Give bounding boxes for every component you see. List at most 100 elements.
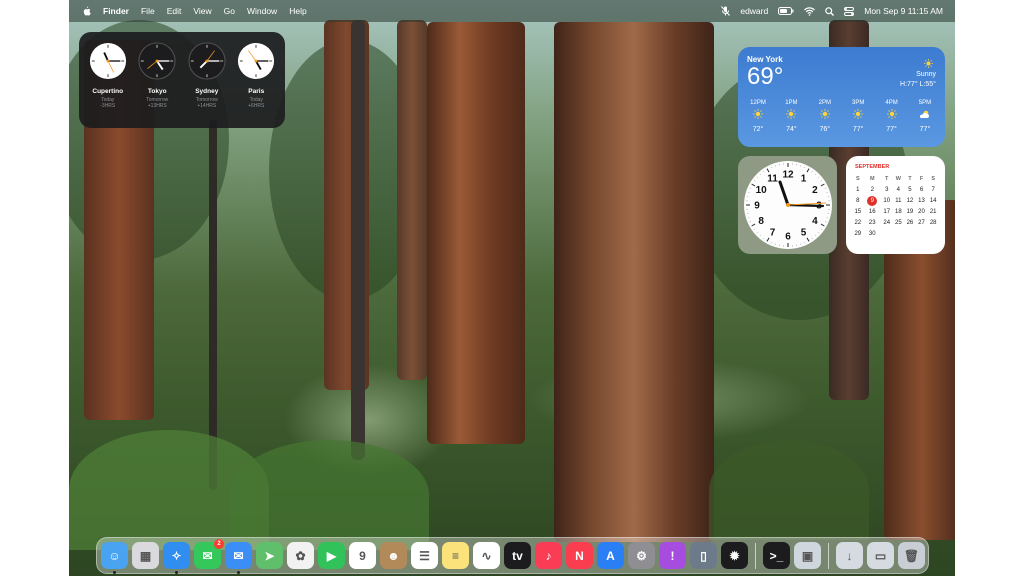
world-clock-paris: Paris Today +6HRS: [233, 42, 279, 128]
bug-icon[interactable]: ✹: [721, 542, 748, 569]
calendar-weekday: M: [869, 175, 875, 182]
reminders-icon[interactable]: ☰: [411, 542, 438, 569]
sun-icon: [853, 106, 864, 121]
weather-hour: 5PM 77°: [911, 100, 939, 133]
battery-icon[interactable]: [778, 7, 794, 15]
launchpad-icon[interactable]: ▦: [132, 542, 159, 569]
calendar-day: 16: [868, 208, 876, 215]
world-clock-offset: +14HRS: [197, 103, 217, 109]
desktop: Finder File Edit View Go Window Help edw…: [69, 0, 955, 576]
calendar-weekday: T: [885, 175, 889, 182]
weather-hour-temp: 76°: [819, 126, 831, 133]
maps-icon[interactable]: ➤: [256, 542, 283, 569]
calendar-day: 15: [854, 208, 862, 215]
app-menu-finder[interactable]: Finder: [103, 6, 129, 16]
apple-icon[interactable]: [82, 6, 91, 16]
feedback-icon[interactable]: !: [659, 542, 686, 569]
facetime-icon[interactable]: ▶: [318, 542, 345, 569]
finder-icon[interactable]: ☺: [101, 542, 128, 574]
app-store-icon[interactable]: A: [597, 542, 624, 569]
running-indicator: [175, 571, 178, 574]
wallpaper-ferns: [709, 440, 869, 540]
preview-icon[interactable]: ▣: [794, 542, 821, 569]
world-clock-cupertino: Cupertino Today -3HRS: [85, 42, 131, 128]
calendar-day: 18: [894, 208, 902, 215]
freeform-icon[interactable]: ∿: [473, 542, 500, 569]
photos-icon[interactable]: ✿: [287, 542, 314, 569]
notes-icon[interactable]: ≡: [442, 542, 469, 569]
world-clock-widget[interactable]: Cupertino Today -3HRS Tokyo Tomorrow +13…: [79, 32, 285, 128]
menu-view[interactable]: View: [193, 6, 211, 16]
calendar-day: 14: [929, 197, 937, 204]
dock: ☺ ▦ ✧ ✉ 2 ✉ ➤ ✿ ▶ 9 ☻ ☰ ≡ ∿ tv ♪ N A ⚙! ▯ ✹ >_ ▣ ↓ ▭ 🗑: [96, 537, 929, 574]
documents-icon[interactable]: ▭: [867, 542, 894, 569]
calendar-day: 21: [929, 208, 937, 215]
world-clock-city: Paris: [248, 88, 265, 95]
tv-icon[interactable]: tv: [504, 542, 531, 569]
running-indicator: [113, 571, 116, 574]
safari-icon[interactable]: ✧: [163, 542, 190, 574]
world-clock-offset: +6HRS: [248, 103, 265, 109]
mail-icon[interactable]: ✉: [225, 542, 252, 574]
menu-window[interactable]: Window: [247, 6, 277, 16]
control-center-icon[interactable]: [844, 6, 855, 16]
weather-widget[interactable]: New York 69° Sunny H:77° L:55° 12PM 72° 1…: [738, 47, 945, 147]
clock-numeral: 10: [755, 185, 767, 196]
calendar-day: 2: [870, 186, 874, 193]
calendar-day: 29: [854, 230, 862, 237]
downloads-icon[interactable]: ↓: [836, 542, 863, 569]
calendar-day: 1: [856, 186, 860, 193]
calendar-weekday: S: [931, 175, 935, 182]
menu-go[interactable]: Go: [224, 6, 235, 16]
terminal-icon[interactable]: >_: [763, 542, 790, 569]
microphone-muted-icon[interactable]: [721, 6, 731, 16]
menu-clock[interactable]: Mon Sep 9 11:15 AM: [864, 6, 943, 16]
weather-hour-temp: 77°: [852, 126, 864, 133]
phone-icon[interactable]: ▯: [690, 542, 717, 569]
weather-hour-temp: 77°: [919, 126, 931, 133]
world-clock-offset: -3HRS: [100, 103, 116, 109]
calendar-day: 11: [895, 197, 902, 204]
calendar-day: 24: [883, 219, 891, 226]
sun-icon: [886, 106, 897, 121]
search-icon[interactable]: [825, 6, 835, 16]
calendar-day: 23: [868, 219, 876, 226]
clock-numeral: 2: [812, 185, 818, 196]
clock-face-icon: [238, 42, 275, 80]
dock-divider: [828, 542, 829, 569]
world-clock-offset: +13HRS: [147, 103, 167, 109]
clock-numeral: 9: [754, 201, 760, 212]
calendar-day: [904, 228, 916, 239]
weather-hour-temp: 74°: [786, 126, 797, 133]
sun-icon: [786, 106, 797, 121]
world-clock-sydney: Sydney Tomorrow +14HRS: [184, 42, 230, 128]
calendar-icon[interactable]: 9: [349, 542, 376, 569]
gear-icon[interactable]: ⚙: [628, 542, 655, 569]
clock-numeral: 11: [767, 174, 778, 185]
clock-face-icon: [138, 42, 176, 80]
notification-badge: 2: [214, 539, 224, 549]
news-icon[interactable]: N: [566, 542, 593, 569]
calendar-day: 19: [906, 208, 914, 215]
calendar-week: 15 16 17 18 19 20 21: [852, 206, 939, 217]
user-name[interactable]: edward: [740, 6, 768, 16]
world-clock-tokyo: Tokyo Tomorrow +13HRS: [134, 42, 180, 128]
calendar-day: 20: [918, 208, 925, 215]
wifi-icon[interactable]: [804, 6, 816, 16]
partly-cloudy-icon: [919, 106, 931, 121]
analog-clock-widget[interactable]: 121234567891011: [738, 156, 837, 254]
menu-edit[interactable]: Edit: [167, 6, 182, 16]
clock-numeral: 6: [785, 232, 791, 243]
trash-icon[interactable]: 🗑: [898, 542, 925, 569]
calendar-day: 5: [908, 186, 912, 193]
music-icon[interactable]: ♪: [535, 542, 562, 569]
contacts-icon[interactable]: ☻: [380, 542, 407, 569]
menu-file[interactable]: File: [141, 6, 155, 16]
weather-hourly-forecast: 12PM 72° 1PM 74° 2PM 76° 3PM 77° 4PM 77° 5PM 7…: [744, 100, 939, 133]
calendar-widget[interactable]: SEPTEMBER SMTWTFS 1 2 3 4 5 6 7 8 9 10 11 12 13 14 15 1…: [846, 156, 945, 254]
menu-help[interactable]: Help: [289, 6, 306, 16]
weather-hour: 3PM 77°: [844, 100, 872, 133]
weather-hour: 2PM 76°: [811, 100, 839, 133]
wallpaper-trunk: [427, 22, 525, 444]
messages-icon[interactable]: ✉ 2: [194, 539, 224, 569]
